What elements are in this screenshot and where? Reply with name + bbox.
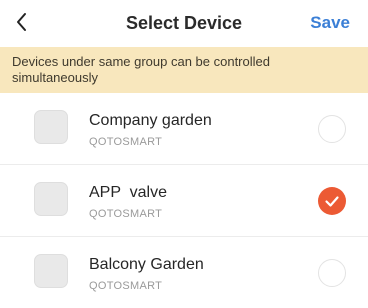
device-thumbnail xyxy=(34,254,68,288)
notice-text: Devices under same group can be controll… xyxy=(12,54,270,85)
top-bar: Select Device Save xyxy=(0,0,368,48)
device-list: Company garden QOTOSMART APP valve QOTOS… xyxy=(0,93,368,308)
device-name: Balcony Garden xyxy=(89,256,204,273)
device-name: Company garden xyxy=(89,112,212,129)
select-radio[interactable] xyxy=(318,187,346,215)
device-item-balcony-garden[interactable]: Balcony Garden QOTOSMART xyxy=(0,237,368,308)
checkmark-icon xyxy=(325,196,339,207)
select-radio[interactable] xyxy=(318,115,346,143)
device-brand: QOTOSMART xyxy=(89,280,163,292)
save-button[interactable]: Save xyxy=(310,13,350,33)
device-name: APP valve xyxy=(89,184,167,201)
device-item-company-garden[interactable]: Company garden QOTOSMART xyxy=(0,93,368,165)
device-thumbnail xyxy=(34,110,68,144)
device-brand: QOTOSMART xyxy=(89,208,163,220)
device-thumbnail xyxy=(34,182,68,216)
device-item-app-valve[interactable]: APP valve QOTOSMART xyxy=(0,165,368,237)
device-brand: QOTOSMART xyxy=(89,136,163,148)
group-notice-banner: Devices under same group can be controll… xyxy=(0,47,368,93)
select-radio[interactable] xyxy=(318,259,346,287)
